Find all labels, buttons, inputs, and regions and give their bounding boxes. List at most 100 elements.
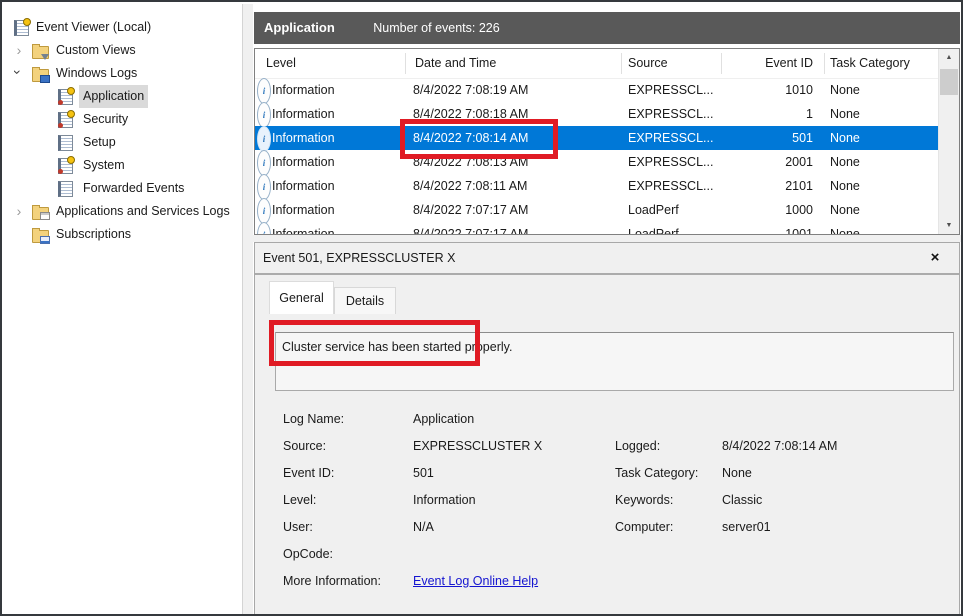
sidebar-item-application[interactable]: Application — [4, 85, 242, 108]
field-value-computer: server01 — [722, 518, 771, 536]
table-row[interactable]: i Information 8/4/2022 7:08:11 AM EXPRES… — [255, 174, 939, 198]
field-label: More Information: — [283, 572, 381, 590]
console-tree-sidebar: Event Viewer (Local) › Custom Views › Wi… — [4, 4, 242, 616]
custom-views-folder-icon — [32, 46, 49, 59]
sidebar-item-label: Applications and Services Logs — [56, 200, 230, 223]
detail-title: Event 501, EXPRESSCLUSTER X — [263, 251, 455, 265]
column-header-level[interactable]: Level — [266, 49, 296, 78]
chevron-down-icon[interactable]: › — [7, 65, 29, 79]
scroll-up-icon[interactable]: ▲ — [939, 49, 959, 66]
scroll-down-icon[interactable]: ▼ — [939, 217, 959, 234]
field-value-logged: 8/4/2022 7:08:14 AM — [722, 437, 837, 455]
cell-event-id: 1 — [721, 102, 813, 126]
information-icon: i — [257, 102, 271, 128]
cell-task-category: None — [830, 78, 860, 102]
sidebar-item-subscriptions[interactable]: Subscriptions — [4, 223, 242, 246]
cell-datetime: 8/4/2022 7:07:17 AM — [413, 198, 528, 222]
cell-event-id: 501 — [721, 126, 813, 150]
sidebar-item-forwarded-events[interactable]: Forwarded Events — [4, 177, 242, 200]
cell-source: EXPRESSCL... — [628, 150, 713, 174]
cell-datetime: 8/4/2022 7:08:14 AM — [413, 126, 528, 150]
app-services-folder-icon — [32, 207, 49, 220]
table-row[interactable]: i Information 8/4/2022 7:07:17 AM LoadPe… — [255, 222, 939, 234]
column-header-event-id[interactable]: Event ID — [721, 49, 813, 78]
sidebar-item-event-viewer-local[interactable]: Event Viewer (Local) — [4, 16, 242, 39]
sidebar-item-label-selected: Application — [79, 85, 148, 108]
event-detail-pane: Event 501, EXPRESSCLUSTER X × General De… — [254, 242, 960, 616]
chevron-right-icon[interactable]: › — [12, 200, 26, 222]
sidebar-item-custom-views[interactable]: › Custom Views — [4, 39, 242, 62]
setup-log-icon — [58, 135, 73, 151]
column-header-date-time[interactable]: Date and Time — [415, 49, 496, 78]
information-icon: i — [257, 198, 271, 224]
table-row-selected[interactable]: i Information 8/4/2022 7:08:14 AM EXPRES… — [255, 126, 939, 150]
cell-datetime: 8/4/2022 7:08:19 AM — [413, 78, 528, 102]
cell-task-category: None — [830, 174, 860, 198]
cell-task-category: None — [830, 126, 860, 150]
event-list-panel: Level Date and Time Source Event ID Task… — [254, 48, 960, 235]
information-icon: i — [257, 78, 271, 104]
sidebar-item-setup[interactable]: Setup — [4, 131, 242, 154]
cell-datetime: 8/4/2022 7:08:11 AM — [413, 174, 527, 198]
cell-event-id: 1000 — [721, 198, 813, 222]
event-viewer-window: Event Viewer (Local) › Custom Views › Wi… — [0, 0, 963, 616]
close-icon[interactable]: × — [925, 247, 945, 269]
chevron-right-icon[interactable]: › — [12, 39, 26, 61]
cell-source: EXPRESSCL... — [628, 78, 713, 102]
table-row[interactable]: i Information 8/4/2022 7:07:17 AM LoadPe… — [255, 198, 939, 222]
cell-source: EXPRESSCL... — [628, 174, 713, 198]
table-row[interactable]: i Information 8/4/2022 7:08:19 AM EXPRES… — [255, 78, 939, 102]
cell-event-id: 2001 — [721, 150, 813, 174]
event-description: Cluster service has been started properl… — [282, 340, 512, 354]
column-divider[interactable] — [405, 53, 406, 74]
subscriptions-folder-icon — [32, 230, 49, 243]
sidebar-item-security[interactable]: Security — [4, 108, 242, 131]
cell-level: Information — [272, 198, 335, 222]
cell-level: Information — [272, 150, 335, 174]
cell-datetime: 8/4/2022 7:08:13 AM — [413, 150, 528, 174]
table-row[interactable]: i Information 8/4/2022 7:08:18 AM EXPRES… — [255, 102, 939, 126]
log-title: Application — [264, 20, 335, 35]
information-icon: i — [257, 150, 271, 176]
sidebar-item-label: Event Viewer (Local) — [36, 16, 151, 39]
column-divider[interactable] — [621, 53, 622, 74]
sidebar-item-label: Subscriptions — [56, 223, 131, 246]
sidebar-item-label: Windows Logs — [56, 62, 137, 85]
cell-task-category: None — [830, 102, 860, 126]
events-count: Number of events: 226 — [373, 21, 499, 35]
tree-splitter[interactable] — [242, 4, 253, 616]
windows-logs-folder-icon — [32, 69, 49, 82]
tab-general[interactable]: General — [269, 281, 334, 314]
cell-task-category: None — [830, 150, 860, 174]
cell-level: Information — [272, 126, 335, 150]
sidebar-item-label: Security — [83, 108, 128, 131]
event-viewer-icon — [14, 20, 29, 36]
vertical-scrollbar[interactable]: ▲ ▼ — [938, 49, 959, 234]
preview-pane-splitter[interactable] — [252, 235, 963, 242]
table-row[interactable]: i Information 8/4/2022 7:08:13 AM EXPRES… — [255, 150, 939, 174]
sidebar-item-label: Setup — [83, 131, 116, 154]
column-header-task-category[interactable]: Task Category — [830, 49, 910, 78]
column-header-source[interactable]: Source — [628, 49, 668, 78]
tab-details[interactable]: Details — [334, 287, 396, 314]
application-log-icon — [58, 89, 73, 105]
sidebar-item-system[interactable]: System — [4, 154, 242, 177]
detail-header: Event 501, EXPRESSCLUSTER X × — [255, 243, 959, 275]
cell-event-id: 2101 — [721, 174, 813, 198]
column-divider[interactable] — [824, 53, 825, 74]
sidebar-item-applications-and-services-logs[interactable]: › Applications and Services Logs — [4, 200, 242, 223]
event-description-box[interactable]: Cluster service has been started properl… — [275, 332, 954, 391]
sidebar-item-label: Custom Views — [56, 39, 136, 62]
cell-datetime: 8/4/2022 7:07:17 AM — [413, 222, 528, 234]
field-label: Level: — [283, 491, 316, 509]
information-icon: i — [257, 222, 271, 234]
cell-level: Information — [272, 222, 335, 234]
field-label: Log Name: — [283, 410, 344, 428]
column-divider[interactable] — [721, 53, 722, 74]
cell-event-id: 1010 — [721, 78, 813, 102]
log-title-bar: Application Number of events: 226 — [254, 12, 960, 44]
cell-event-id: 1001 — [721, 222, 813, 234]
event-log-online-help-link[interactable]: Event Log Online Help — [413, 572, 538, 590]
sidebar-item-windows-logs[interactable]: › Windows Logs — [4, 62, 242, 85]
scrollbar-thumb[interactable] — [940, 69, 958, 95]
